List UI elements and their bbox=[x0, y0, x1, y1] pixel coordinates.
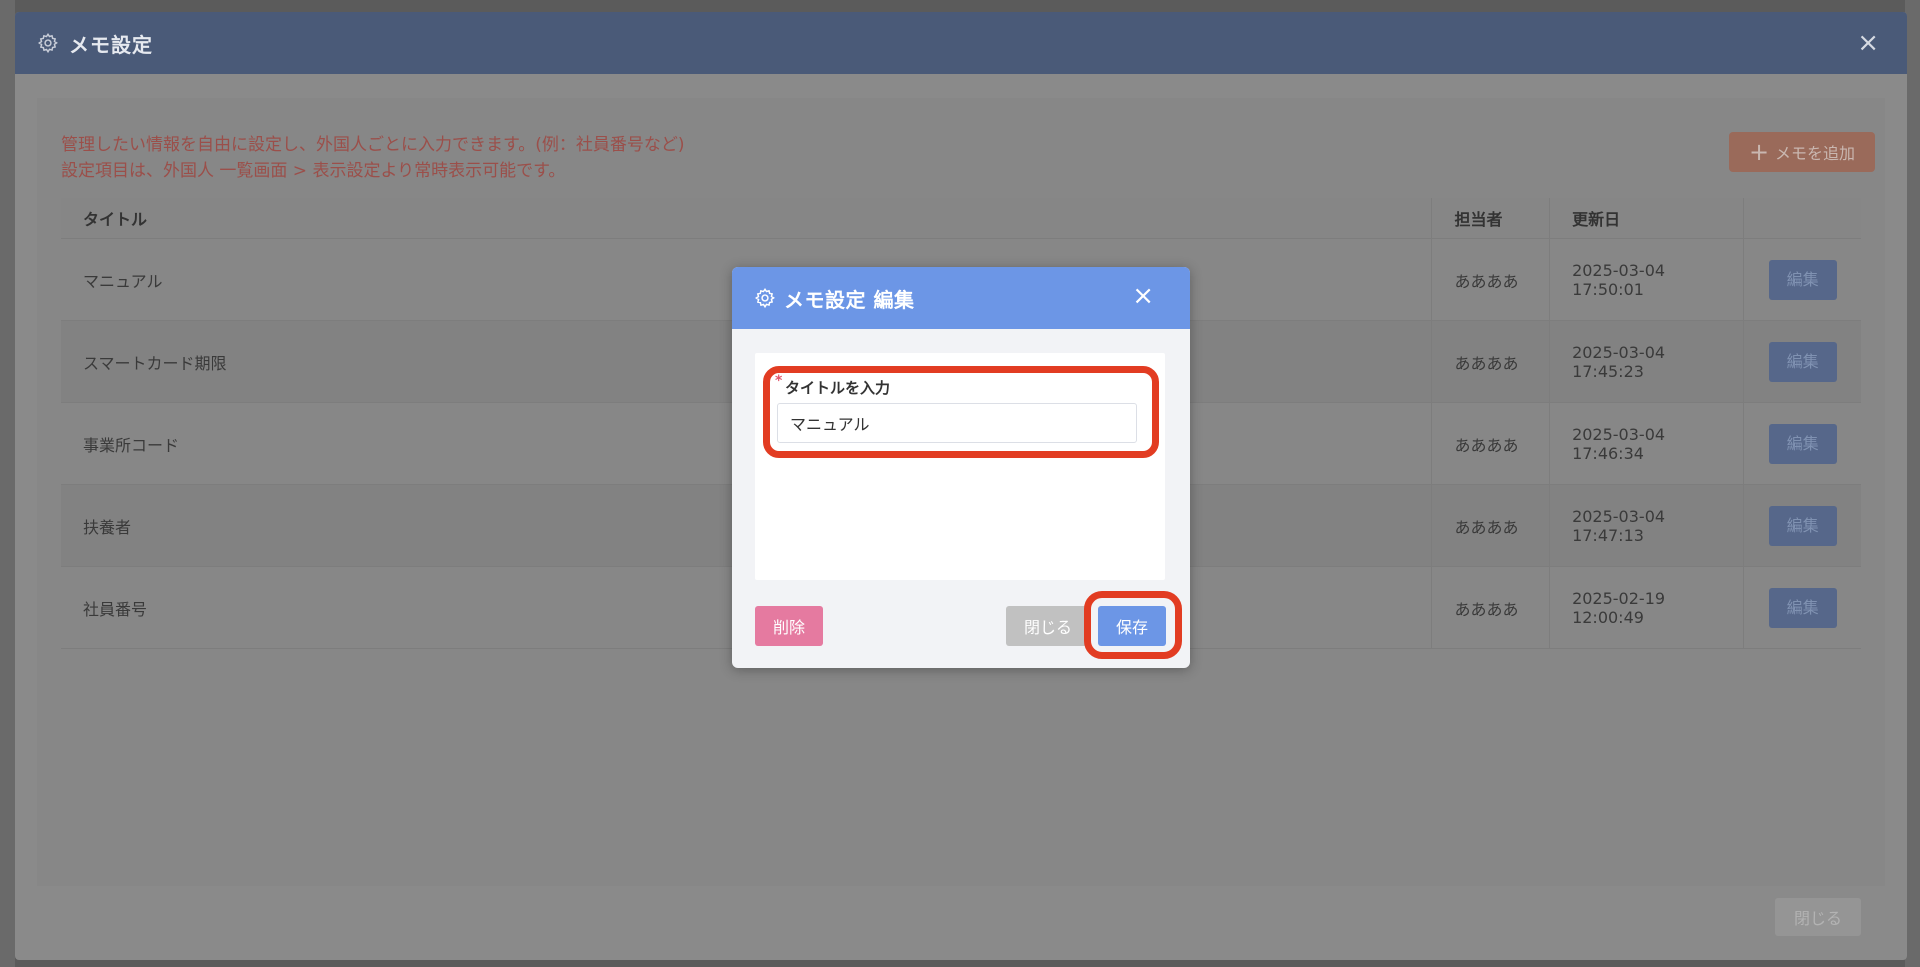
table-header-row: タイトル 担当者 更新日 bbox=[61, 198, 1861, 239]
gear-icon bbox=[754, 287, 775, 309]
edit-button[interactable]: 編集 bbox=[1768, 341, 1837, 382]
edit-button[interactable]: 編集 bbox=[1768, 505, 1837, 546]
memo-edit-title: メモ設定 編集 bbox=[784, 287, 915, 312]
memo-settings-title: メモ設定 bbox=[69, 32, 153, 57]
title-input[interactable] bbox=[777, 403, 1137, 443]
row-owner: ああああ bbox=[1431, 238, 1550, 321]
background-page-right bbox=[1905, 0, 1920, 967]
row-owner: ああああ bbox=[1431, 484, 1550, 567]
background-page-left bbox=[0, 0, 15, 967]
outer-close-button[interactable]: 閉じる bbox=[1775, 898, 1861, 936]
plus-icon: + bbox=[1748, 138, 1770, 166]
add-memo-button[interactable]: + メモを追加 bbox=[1729, 132, 1875, 172]
edit-button[interactable]: 編集 bbox=[1768, 423, 1837, 464]
column-header-action bbox=[1743, 198, 1861, 239]
required-mark: * bbox=[775, 373, 783, 389]
row-date: 2025-03-04 17:47:13 bbox=[1549, 484, 1744, 567]
notice-line-2: 設定項目は、外国人 一覧画面 > 表示設定より常時表示可能です。 bbox=[61, 161, 566, 181]
row-date: 2025-02-19 12:00:49 bbox=[1549, 566, 1744, 649]
column-header-title: タイトル bbox=[61, 198, 1432, 239]
memo-notice: 管理したい情報を自由に設定し、外国人ごとに入力できます。(例：社員番号など) 設… bbox=[61, 132, 685, 184]
row-date: 2025-03-04 17:45:23 bbox=[1549, 320, 1744, 403]
column-header-date: 更新日 bbox=[1549, 198, 1744, 239]
add-memo-label: メモを追加 bbox=[1775, 144, 1856, 163]
delete-button[interactable]: 削除 bbox=[755, 606, 823, 646]
close-button[interactable]: 閉じる bbox=[1006, 606, 1090, 646]
row-owner: ああああ bbox=[1431, 566, 1550, 649]
close-icon[interactable]: × bbox=[1132, 283, 1154, 309]
row-date: 2025-03-04 17:46:34 bbox=[1549, 402, 1744, 485]
row-owner: ああああ bbox=[1431, 402, 1550, 485]
row-date: 2025-03-04 17:50:01 bbox=[1549, 238, 1744, 321]
edit-button[interactable]: 編集 bbox=[1768, 259, 1837, 300]
edit-button[interactable]: 編集 bbox=[1768, 587, 1837, 628]
gear-icon bbox=[37, 32, 58, 54]
memo-settings-header: メモ設定 bbox=[15, 12, 1907, 74]
column-header-owner: 担当者 bbox=[1431, 198, 1550, 239]
memo-edit-form: * タイトルを入力 bbox=[755, 353, 1165, 580]
row-owner: ああああ bbox=[1431, 320, 1550, 403]
close-icon[interactable]: × bbox=[1857, 30, 1879, 56]
title-field-label-text: タイトルを入力 bbox=[785, 379, 891, 397]
title-field-label: * タイトルを入力 bbox=[775, 373, 891, 398]
memo-edit-header: メモ設定 編集 × bbox=[732, 267, 1190, 329]
notice-line-1: 管理したい情報を自由に設定し、外国人ごとに入力できます。(例：社員番号など) bbox=[61, 135, 685, 155]
memo-edit-modal: メモ設定 編集 × * タイトルを入力 削除 閉じる 保存 bbox=[732, 267, 1190, 668]
save-button[interactable]: 保存 bbox=[1098, 606, 1166, 646]
